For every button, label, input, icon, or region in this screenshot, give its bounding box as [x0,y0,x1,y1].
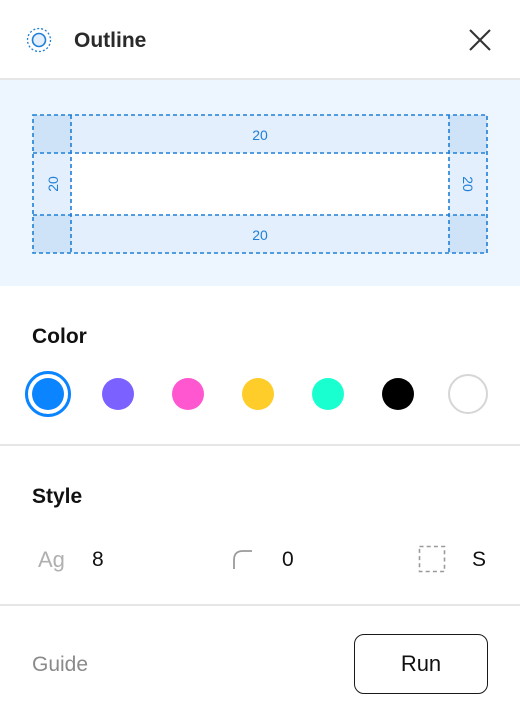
color-swatch-yellow[interactable] [242,378,274,410]
padding-bottom-label: 20 [252,227,268,243]
padding-right-label: 20 [460,176,476,192]
selected-color-fill [32,378,64,410]
divider [0,444,520,446]
padding-left-label: 20 [45,176,61,192]
font-size-value[interactable]: 8 [92,547,104,573]
outline-preview: 20 20 20 20 [0,80,520,286]
padding-top-label: 20 [252,127,268,143]
run-button[interactable]: Run [354,634,488,694]
divider [0,604,520,606]
corner-radius-value[interactable]: 0 [282,547,294,573]
color-swatch-white[interactable] [448,374,488,414]
color-section-title: Color [32,325,87,348]
color-swatch-teal[interactable] [312,378,344,410]
dashed-border-icon [418,545,446,573]
color-swatch-purple[interactable] [102,378,134,410]
color-swatch-pink[interactable] [172,378,204,410]
outline-target-icon [26,27,52,53]
corner-radius-icon [233,550,252,569]
color-swatch-blue[interactable] [25,371,71,417]
color-swatch-black[interactable] [382,378,414,410]
font-size-icon: Ag [38,547,65,572]
header: Outline [0,0,520,80]
panel-title: Outline [74,29,147,52]
guide-link[interactable]: Guide [32,652,88,678]
close-icon[interactable] [466,26,494,54]
style-section-title: Style [32,485,83,508]
border-style-value[interactable]: S [472,547,486,573]
padding-diagram [32,114,488,254]
